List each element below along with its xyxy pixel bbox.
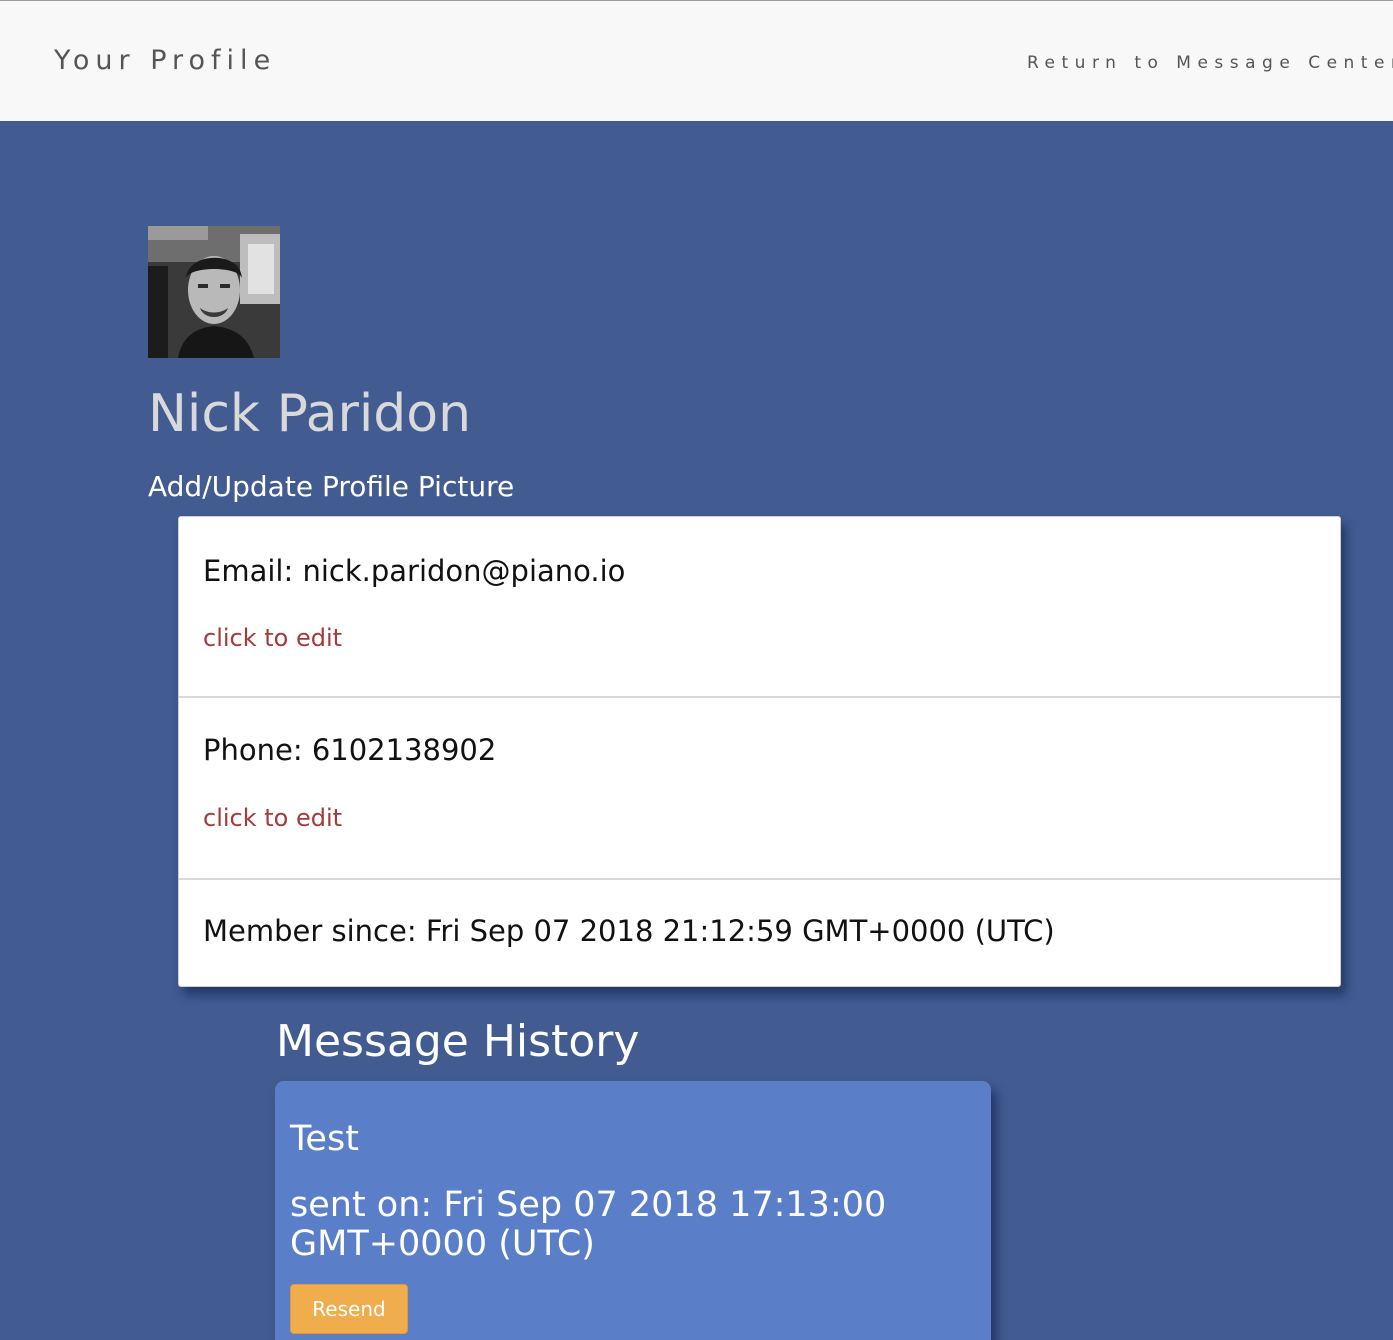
member-since-row: Member since: Fri Sep 07 2018 21:12:59 G… — [179, 880, 1340, 986]
message-sent-date: sent on: Fri Sep 07 2018 17:13:00 GMT+00… — [290, 1185, 887, 1264]
resend-button[interactable]: Resend — [290, 1284, 408, 1334]
email-row: Email: nick.paridon@piano.io click to ed… — [179, 517, 1340, 698]
navbar-brand[interactable]: Your Profile — [54, 45, 276, 76]
message-history-title: Message History — [276, 1016, 640, 1067]
user-photo-icon — [148, 226, 280, 358]
message-card: Test sent on: Fri Sep 07 2018 17:13:00 G… — [275, 1081, 991, 1340]
top-navbar: Your Profile Return to Message Center — [0, 0, 1393, 121]
profile-info-card: Email: nick.paridon@piano.io click to ed… — [178, 516, 1341, 987]
email-text: Email: nick.paridon@piano.io — [203, 554, 626, 588]
return-to-message-center-link[interactable]: Return to Message Center — [1027, 53, 1393, 73]
edit-phone-link[interactable]: click to edit — [203, 804, 342, 832]
edit-email-link[interactable]: click to edit — [203, 624, 342, 652]
message-title: Test — [290, 1119, 359, 1159]
profile-avatar — [148, 226, 280, 358]
profile-name: Nick Paridon — [148, 384, 472, 444]
member-since-text: Member since: Fri Sep 07 2018 21:12:59 G… — [203, 914, 1055, 948]
update-profile-picture-link[interactable]: Add/Update Profile Picture — [148, 470, 514, 503]
phone-text: Phone: 6102138902 — [203, 733, 497, 767]
phone-row: Phone: 6102138902 click to edit — [179, 698, 1340, 880]
